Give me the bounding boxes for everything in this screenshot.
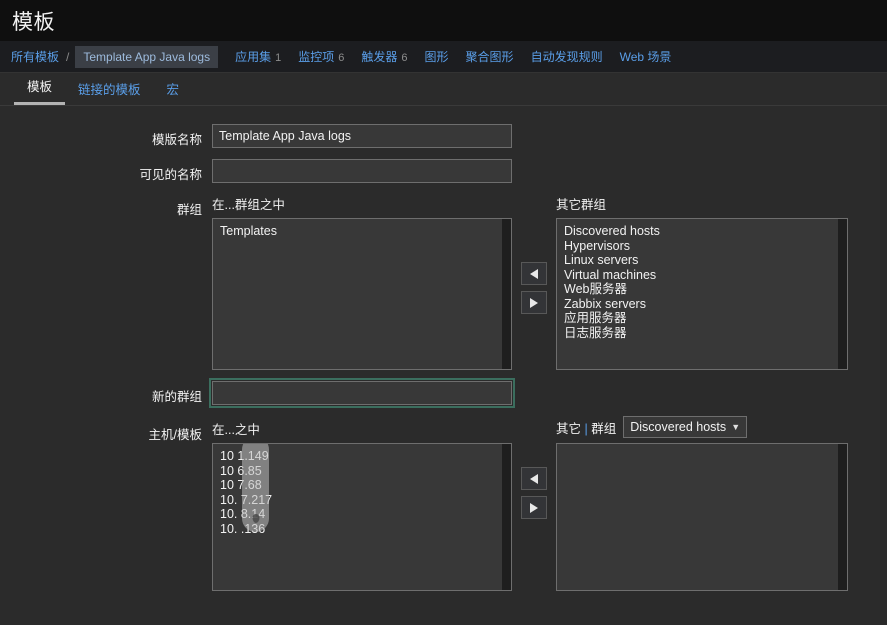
triangle-left-icon [530,268,538,279]
breadcrumb-separator: / [66,49,70,64]
other-hosts-scrollbar[interactable] [838,444,847,590]
label-in-hosts: 在...之中 [212,423,260,437]
label-template-name: 模版名称 [151,133,202,147]
list-item[interactable]: 10 1.149 [213,449,511,464]
tab-strip: 模板 链接的模板 宏 [0,73,887,106]
label-other-hosts: 其它 | 群组 [556,418,616,437]
list-item[interactable]: 10 6.85 [213,464,511,479]
group-text: 群组 [591,421,617,436]
triangle-left-icon [530,473,538,484]
breadcrumb-current-template[interactable]: Template App Java logs [75,45,219,68]
breadcrumb: 所有模板 / Template App Java logs 应用集 1 监控项 6 … [0,41,887,73]
move-host-left-button[interactable] [521,467,547,490]
host-group-select[interactable]: Discovered hosts ▼ [623,416,748,438]
form-row-host-templates: 主机/模板 在...之中 10 1.149 10 6.85 10 7.68 10… [0,416,887,591]
page-header: 模板 [0,0,887,41]
other-groups-column: 其它群组 Discovered hosts Hypervisors Linux … [556,194,848,370]
new-group-input[interactable] [209,378,515,408]
list-item[interactable]: 10 7.68 [213,478,511,493]
list-item[interactable]: Linux servers [557,253,847,268]
move-host-right-button[interactable] [521,496,547,519]
list-item[interactable]: Web服务器 [557,282,847,297]
label-in-groups: 在...群组之中 [212,198,285,212]
nav-item-applications[interactable]: 应用集 1 [235,48,281,65]
template-form: 模版名称 可见的名称 群组 在...群组之中 Templates [0,106,887,591]
other-groups-scrollbar[interactable] [838,219,847,369]
form-row-visible-name: 可见的名称 [0,159,887,183]
chevron-down-icon: ▼ [731,422,741,432]
nav-count-applications: 1 [275,52,282,64]
tab-template[interactable]: 模板 [14,70,66,105]
breadcrumb-all-templates[interactable]: 所有模板 [10,46,60,67]
groups-transfer-buttons [512,194,556,314]
nav-item-web-scenarios[interactable]: Web 场景 [620,48,672,65]
nav-count-triggers: 6 [401,52,408,64]
other-text: 其它 [556,421,582,436]
visible-name-input[interactable] [212,159,512,183]
label-host-templates: 主机/模板 [148,428,202,442]
in-groups-listbox[interactable]: Templates [212,218,512,370]
label-groups: 群组 [176,203,202,217]
list-item[interactable]: 应用服务器 [557,311,847,326]
nav-item-screens[interactable]: 聚合图形 [466,48,514,65]
nav-count-items: 6 [338,52,345,64]
nav-item-graphs[interactable]: 图形 [425,48,449,65]
list-item[interactable]: Templates [213,224,511,239]
nav-label-triggers: 触发器 [361,50,398,64]
list-item[interactable]: 10. 7.217 [213,493,511,508]
in-hosts-listbox[interactable]: 10 1.149 10 6.85 10 7.68 10. 7.217 10. 8… [212,443,512,591]
host-templates-dual-list: 在...之中 10 1.149 10 6.85 10 7.68 10. 7.21… [212,416,848,591]
in-hosts-scrollbar[interactable] [502,444,511,590]
move-group-left-button[interactable] [521,262,547,285]
list-item[interactable]: Hypervisors [557,239,847,254]
nav-item-triggers[interactable]: 触发器 6 [361,48,407,65]
list-item[interactable]: Zabbix servers [557,297,847,312]
triangle-right-icon [530,297,538,308]
nav-item-items[interactable]: 监控项 6 [298,48,344,65]
form-row-template-name: 模版名称 [0,124,887,148]
host-group-select-value: Discovered hosts [630,420,727,434]
template-name-input[interactable] [212,124,512,148]
list-item[interactable]: 10. .136 [213,522,511,537]
form-row-groups: 群组 在...群组之中 Templates 其它群组 Discovered ho… [0,194,887,370]
groups-dual-list: 在...群组之中 Templates 其它群组 Discovered hosts [212,194,848,370]
triangle-right-icon [530,502,538,513]
nav-item-discovery-rules[interactable]: 自动发现规则 [531,48,603,65]
list-item[interactable]: Discovered hosts [557,224,847,239]
list-item[interactable]: 日志服务器 [557,326,847,341]
list-item[interactable]: Virtual machines [557,268,847,283]
label-visible-name: 可见的名称 [139,168,202,182]
nav-label-applications: 应用集 [235,50,272,64]
other-hosts-column: 其它 | 群组 Discovered hosts ▼ [556,416,848,591]
in-hosts-column: 在...之中 10 1.149 10 6.85 10 7.68 10. 7.21… [212,419,512,591]
list-item[interactable]: 10. 8.14 [213,507,511,522]
tab-macros[interactable]: 宏 [154,73,193,105]
nav-label-items: 监控项 [298,50,335,64]
pipe-separator: | [584,421,588,436]
other-hosts-listbox[interactable] [556,443,848,591]
other-hosts-header: 其它 | 群组 Discovered hosts ▼ [556,416,848,438]
label-other-groups: 其它群组 [556,198,607,212]
page-title: 模板 [12,10,55,34]
tab-linked-templates[interactable]: 链接的模板 [65,73,154,105]
label-new-group: 新的群组 [151,390,202,404]
other-groups-listbox[interactable]: Discovered hosts Hypervisors Linux serve… [556,218,848,370]
move-group-right-button[interactable] [521,291,547,314]
form-row-new-group: 新的群组 [0,378,887,408]
host-transfer-buttons [512,419,556,519]
in-groups-column: 在...群组之中 Templates [212,194,512,370]
in-groups-scrollbar[interactable] [502,219,511,369]
